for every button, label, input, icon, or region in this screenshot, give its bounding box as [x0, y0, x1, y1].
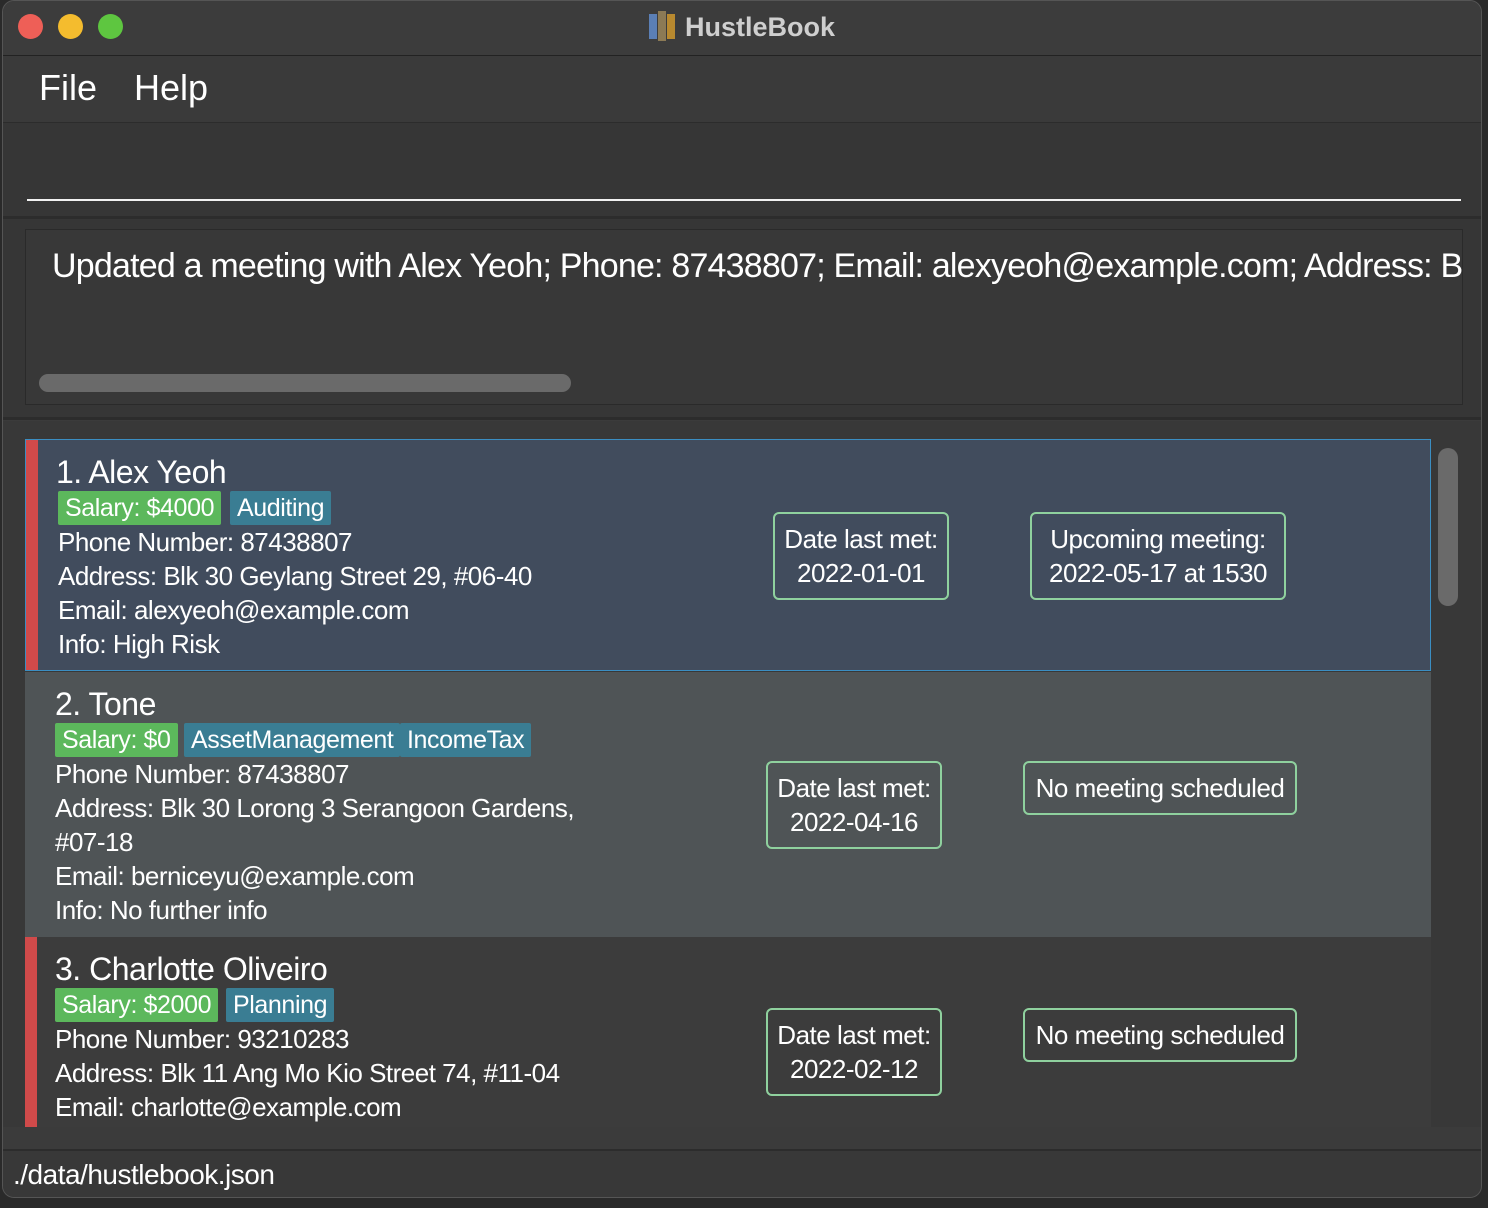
person-info: Info: No further info — [55, 895, 268, 925]
person-phone: Phone Number: 87438807 — [58, 527, 353, 557]
person-name: 2. Tone — [55, 686, 156, 722]
person-card[interactable]: 2. Tone Salary: $0 AssetManagement Incom… — [25, 672, 1431, 937]
person-list: 1. Alex Yeoh Salary: $4000 Auditing Phon… — [3, 421, 1481, 1127]
person-phone: Phone Number: 87438807 — [55, 759, 350, 789]
person-card[interactable]: 1. Alex Yeoh Salary: $4000 Auditing Phon… — [25, 439, 1431, 671]
person-card[interactable]: 3. Charlotte Oliveiro Salary: $2000 Plan… — [25, 937, 1431, 1127]
menu-help[interactable]: Help — [134, 66, 208, 110]
person-info: Info: High Risk — [58, 629, 220, 659]
date-last-met-label: Date last met: — [784, 524, 938, 554]
hustlebook-app-icon — [648, 11, 675, 41]
person-address: Address: Blk 30 Lorong 3 Serangoon Garde… — [55, 793, 575, 823]
result-display-area: Updated a meeting with Alex Yeoh; Phone:… — [3, 219, 1481, 420]
salary-tag: Salary: $0 — [55, 723, 178, 757]
person-address-continued: #07-18 — [55, 827, 133, 857]
list-vertical-scrollbar[interactable] — [1438, 448, 1458, 606]
app-window: HustleBook File Help Updated a meeting w… — [2, 0, 1482, 1198]
date-last-met-label: Date last met: — [777, 1020, 931, 1050]
title-bar: HustleBook — [3, 1, 1481, 56]
high-risk-indicator — [25, 937, 37, 1127]
menu-bar: File Help — [3, 56, 1481, 123]
person-email: Email: berniceyu@example.com — [55, 861, 415, 891]
command-box-area — [3, 123, 1481, 219]
person-phone: Phone Number: 93210283 — [55, 1024, 350, 1054]
date-last-met-box: Date last met: 2022-01-01 — [773, 512, 949, 600]
upcoming-meeting-box: No meeting scheduled — [1023, 1008, 1297, 1062]
person-address: Address: Blk 30 Geylang Street 29, #06-4… — [58, 561, 532, 591]
window-title-group: HustleBook — [3, 9, 1481, 45]
person-email: Email: alexyeoh@example.com — [58, 595, 410, 625]
salary-tag: Salary: $2000 — [55, 988, 219, 1022]
command-input[interactable] — [27, 143, 1461, 201]
category-tag: AssetManagement — [184, 723, 401, 757]
upcoming-meeting-value: 2022-05-17 at 1530 — [1049, 558, 1267, 588]
result-horizontal-scrollbar[interactable] — [39, 374, 571, 392]
person-address: Address: Blk 11 Ang Mo Kio Street 74, #1… — [55, 1058, 560, 1088]
upcoming-meeting-box: Upcoming meeting: 2022-05-17 at 1530 — [1030, 512, 1286, 600]
upcoming-meeting-value: No meeting scheduled — [1035, 1020, 1285, 1050]
result-display: Updated a meeting with Alex Yeoh; Phone:… — [25, 229, 1463, 405]
date-last-met-value: 2022-02-12 — [790, 1054, 919, 1084]
category-tag: Auditing — [230, 491, 332, 525]
category-tag: Planning — [226, 988, 335, 1022]
status-bar: ./data/hustlebook.json — [3, 1149, 1481, 1197]
result-message: Updated a meeting with Alex Yeoh; Phone:… — [52, 247, 1463, 285]
salary-tag: Salary: $4000 — [58, 491, 222, 525]
date-last-met-box: Date last met: 2022-02-12 — [766, 1008, 942, 1096]
person-name: 1. Alex Yeoh — [56, 454, 227, 490]
upcoming-meeting-value: No meeting scheduled — [1035, 773, 1285, 803]
person-name: 3. Charlotte Oliveiro — [55, 951, 328, 987]
person-email: Email: charlotte@example.com — [55, 1092, 402, 1122]
date-last-met-value: 2022-04-16 — [790, 807, 919, 837]
upcoming-meeting-box: No meeting scheduled — [1023, 761, 1297, 815]
window-title: HustleBook — [684, 12, 836, 42]
save-file-path: ./data/hustlebook.json — [13, 1159, 275, 1190]
date-last-met-label: Date last met: — [777, 773, 931, 803]
date-last-met-box: Date last met: 2022-04-16 — [766, 761, 942, 849]
date-last-met-value: 2022-01-01 — [797, 558, 926, 588]
upcoming-meeting-label: Upcoming meeting: — [1050, 524, 1266, 554]
menu-file[interactable]: File — [39, 66, 97, 110]
category-tag: IncomeTax — [400, 723, 532, 757]
high-risk-indicator — [26, 440, 38, 670]
